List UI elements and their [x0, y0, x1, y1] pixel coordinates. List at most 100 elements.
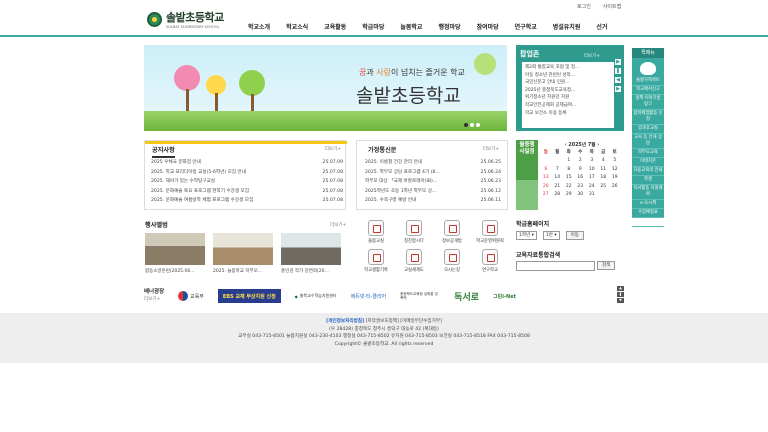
slider-dots[interactable] [464, 123, 480, 127]
prev-icon[interactable]: ◀ [615, 77, 621, 83]
list-item[interactable]: 2025. 학부모 상담 프로그램 4기 (8... 25.06.24 [365, 168, 501, 178]
list-item[interactable]: 2025. 학교 프리다이빙 교실(5-6학년) 모집 안내 25.07.08 [151, 168, 343, 178]
tree-illustration [206, 75, 226, 95]
list-item[interactable]: 학부모 대상 「국제 바칼로레아(IB)... 25.06.23 [365, 177, 501, 187]
nav-item-news[interactable]: 학교소식 [278, 22, 316, 34]
next-month-icon[interactable]: › [596, 143, 599, 148]
list-item[interactable]: 2025 우체국 문화첩 안내 25.07.09 [151, 158, 343, 168]
banner-item[interactable]: 충청북도교육청 성희롱 성폭력 [400, 289, 440, 303]
popup-item[interactable]: 국민신문고 안내 민원... [525, 79, 611, 87]
nav-item-election[interactable]: 선거 [588, 22, 615, 34]
quick-link[interactable]: 학교생활기록 [357, 249, 395, 273]
popup-more-link[interactable]: 더보기+ [584, 53, 600, 59]
quick-item[interactable]: 디베이터스 [632, 218, 664, 227]
quick-item[interactable]: 학부모교육 [632, 149, 664, 158]
gallery-caption[interactable]: 홍인검 작가 강연회(20... [281, 268, 341, 274]
slider-dot[interactable] [464, 123, 468, 127]
school-logo[interactable]: 솔밭초등학교 SOLBAT ELEMENTARY SCHOOL [147, 9, 224, 29]
quick-item[interactable]: 교사 등 안내 상담 [632, 134, 664, 149]
popup-item[interactable]: 제2회 통합교육 포럼 및 정... [525, 64, 611, 72]
quick-link[interactable]: 연구학교 [471, 249, 509, 273]
gallery-more-link[interactable]: 더보기+ [330, 222, 346, 228]
search-button[interactable]: 검색 [597, 261, 616, 270]
nav-item-about[interactable]: 학교소개 [240, 22, 278, 34]
tab-family-letter[interactable]: 가정통신문 [368, 145, 396, 154]
grade-select[interactable]: 1학년 ▾ [516, 231, 537, 240]
gallery-caption[interactable]: 합동소방훈련(2025.06... [145, 268, 205, 274]
quick-item[interactable]: 정책·이야기방 링크 [632, 95, 664, 110]
popup-item[interactable]: 학교 보건소 이용 등록 [525, 110, 611, 118]
banner-item[interactable]: 독서로 [454, 289, 479, 303]
popup-item[interactable]: 2025년 충청북도교육청... [525, 87, 611, 95]
list-item[interactable]: 2025. 이름철 건강 관리 안내 25.06.25 [365, 158, 501, 168]
quick-link[interactable]: 정보공개방 [433, 220, 471, 244]
nav-divider [0, 35, 768, 37]
nav-item-class[interactable]: 학급마당 [354, 22, 392, 34]
popup-item[interactable]: 위기청소년 지원강 지원 [525, 94, 611, 102]
quick-item[interactable]: 솔밭가족마트 [632, 77, 664, 86]
quick-link[interactable]: 학교운영위원회 [471, 220, 509, 244]
footer-address: (우 28428) 충청북도 청주시 흥덕구 대농로 42 (복대동) [329, 326, 439, 332]
next-icon[interactable]: ▶ [615, 86, 621, 92]
quick-item[interactable]: 이테치온 [632, 158, 664, 167]
quick-link[interactable]: 칭찬합시다 [395, 220, 433, 244]
login-link[interactable]: 로그인 [577, 3, 591, 10]
go-button[interactable]: 이동 [565, 231, 584, 240]
footer-copyright: Copyright© 솔밭초등학교. All rights reserved [334, 341, 434, 347]
logo-subtitle: SOLBAT ELEMENTARY SCHOOL [166, 25, 220, 29]
privacy-policy-link[interactable]: [개인정보처리방침] [326, 319, 364, 324]
banner-item[interactable]: 교육부 [178, 289, 204, 303]
search-title: 교육자료통합검색 [516, 252, 561, 259]
sitemap-link[interactable]: 사이트맵 [603, 3, 621, 10]
nav-item-neulbom[interactable]: 늘봄학교 [392, 22, 430, 34]
banner-item[interactable]: 그린i-Net [493, 289, 516, 303]
chevron-up-icon[interactable]: ▲ [617, 286, 624, 291]
gallery-photo[interactable] [281, 233, 341, 265]
footer-policy-links[interactable]: [저작권보호정책] [이메일무단수집거부] [364, 319, 442, 324]
play-icon[interactable]: ▶ [615, 59, 621, 65]
quick-item[interactable]: 학생 [632, 176, 664, 185]
list-item[interactable]: 2025. 수족구병 예방 안내 25.06.11 [365, 196, 501, 206]
pause-icon[interactable]: ❚ [617, 292, 624, 297]
quick-item[interactable]: e-오시책 [632, 200, 664, 209]
quick-item[interactable]: 독서활동 지원계획 [632, 185, 664, 200]
list-item[interactable]: 2025학년도 초등 1학년 학부모 상... 25.06.12 [365, 187, 501, 197]
quick-link[interactable]: 오시는길 [433, 249, 471, 273]
banner-more-link[interactable]: 더보기+ [144, 296, 178, 303]
nav-item-participation[interactable]: 참여마당 [469, 22, 507, 34]
list-item[interactable]: 2025. 문화예술 토요 프로그램 현악기 수강생 모집 25.07.08 [151, 187, 343, 197]
nav-item-education[interactable]: 교육활동 [316, 22, 354, 34]
popup-item[interactable]: 학교안전공제회 공제급여... [525, 102, 611, 110]
tree-trunk [251, 94, 254, 111]
nav-item-research[interactable]: 연구학교 [507, 22, 545, 34]
quick-link[interactable]: 교실세계도 [395, 249, 433, 273]
slider-dot[interactable] [470, 123, 474, 127]
chevron-down-icon[interactable]: ▼ [617, 298, 624, 303]
tree-trunk [186, 89, 189, 111]
quick-link[interactable]: 돌봄교실 [357, 220, 395, 244]
quick-item[interactable]: 방과후교실 [632, 125, 664, 134]
banner-item[interactable]: EBS 교재 무상지원 신청 [217, 289, 281, 303]
nav-item-admin[interactable]: 행정마당 [430, 22, 468, 34]
quick-item[interactable]: 참의체험활동 신청 [632, 110, 664, 125]
class-select[interactable]: 1반 ▾ [542, 231, 560, 240]
notice-accent-bar [145, 141, 347, 144]
gallery-photo[interactable] [145, 233, 205, 265]
banner-item[interactable]: ◆ 충북교수학습지원센터 [295, 289, 337, 303]
quick-item[interactable]: 수업예정표 [632, 209, 664, 218]
tab-notice[interactable]: 공지사항 [152, 145, 175, 158]
gallery-photo[interactable] [213, 233, 273, 265]
notice-more-link[interactable]: 더보기+ [325, 146, 341, 152]
search-input[interactable] [516, 261, 595, 271]
list-item[interactable]: 2025. 해야가 있는 수학탐구교실 25.07.08 [151, 177, 343, 187]
popup-item[interactable]: 아동 청소년 관련된 성착... [525, 72, 611, 80]
family-letter-more-link[interactable]: 더보기+ [483, 146, 499, 152]
nav-item-kindergarten[interactable]: 병설유치원 [545, 22, 589, 34]
quick-item[interactable]: 자동교육의 안내 [632, 167, 664, 176]
list-item[interactable]: 2025. 문화예술 여름방학 체험 프로그램 수강생 모집 25.07.08 [151, 196, 343, 206]
quick-item[interactable]: 학교에서신고 [632, 86, 664, 95]
slider-dot[interactable] [476, 123, 480, 127]
pause-icon[interactable]: ❚ [615, 68, 621, 74]
banner-item[interactable]: 에듀넷·티-클리어 [351, 289, 387, 303]
gallery-caption[interactable]: 2025. 늘봄학교 학부모... [213, 268, 273, 274]
